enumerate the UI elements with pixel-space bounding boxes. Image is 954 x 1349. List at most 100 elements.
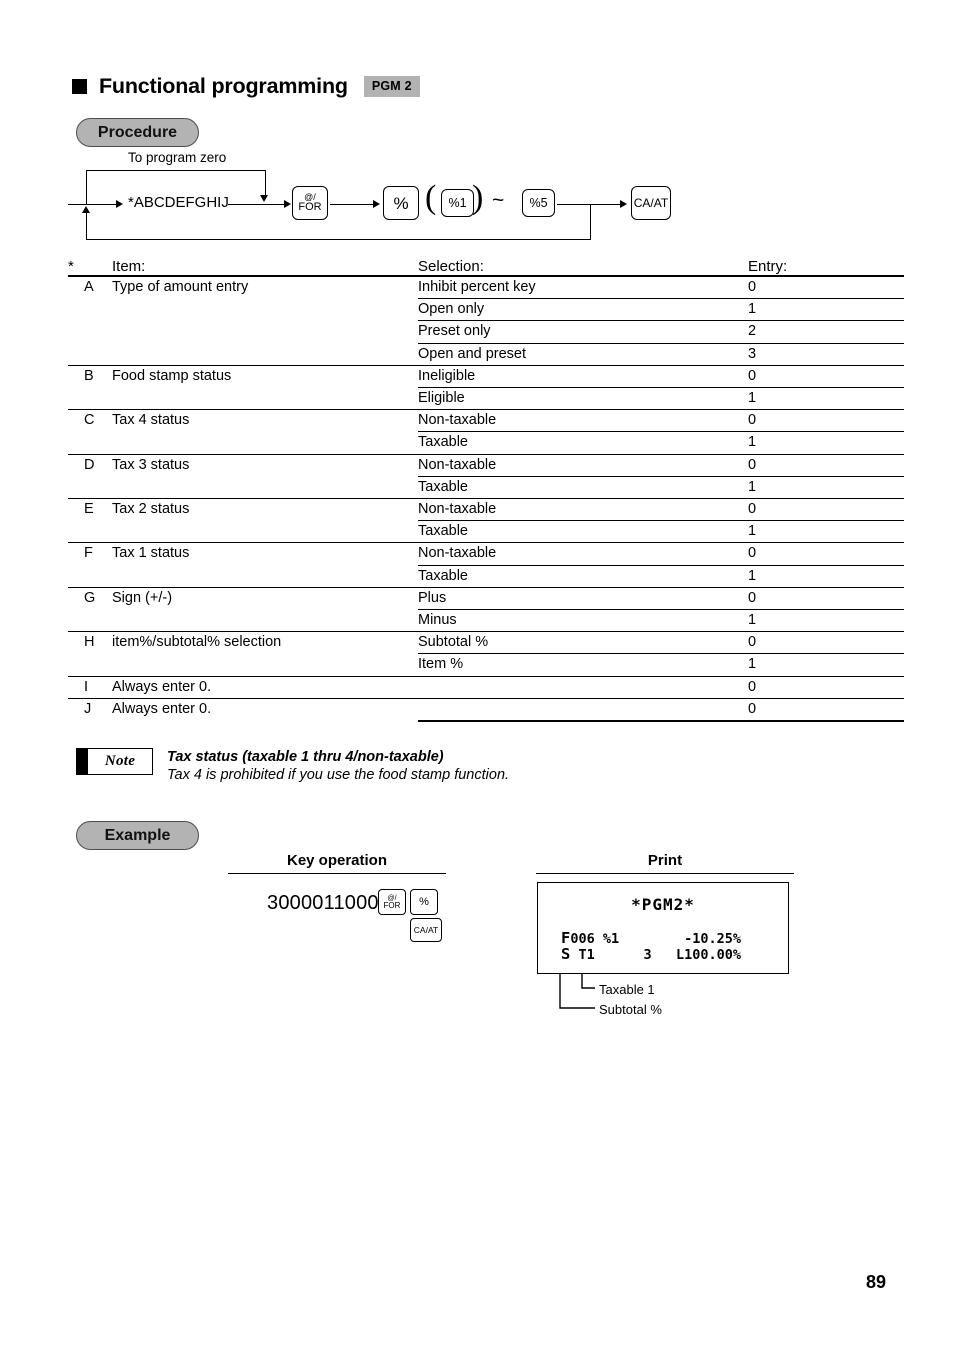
row-spacer	[68, 498, 84, 543]
row-code: F	[84, 542, 112, 588]
row-entry-value: 0	[748, 586, 904, 610]
column-header-entry: Entry:	[748, 258, 788, 275]
row-entry-value: 0	[748, 675, 904, 699]
row-code: A	[84, 274, 112, 366]
page-number: 89	[866, 1272, 887, 1292]
key-operation-sequence: 3000011000 @/ FOR % CA/AT	[228, 886, 448, 946]
callout-leader-lines	[559, 974, 595, 1009]
row-entry-value: 0	[748, 697, 904, 723]
flow-line	[266, 204, 286, 206]
row-entry-value: 1	[748, 431, 904, 455]
paren-close: )	[472, 179, 484, 216]
flow-line	[86, 239, 591, 241]
key-at-for[interactable]: @/ FOR	[292, 186, 328, 220]
table-row: E Tax 2 status Non-taxable 0	[68, 498, 904, 543]
row-selection: Open only	[418, 298, 748, 321]
note-tag-label: Note	[104, 753, 136, 769]
key-percent-5[interactable]: %5	[522, 189, 555, 217]
note-tag: Note	[76, 748, 153, 775]
row-entry-value: 1	[748, 564, 904, 588]
row-selection: Non-taxable	[418, 453, 748, 477]
row-selection: Taxable	[418, 520, 748, 543]
table-row: F Tax 1 status Non-taxable 0	[68, 542, 904, 588]
receipt-line-2-text: T1 3 L100.00%	[570, 947, 742, 963]
receipt-title: *PGM2*	[631, 895, 695, 914]
paren-open: (	[425, 179, 437, 216]
note-tag-bar	[77, 749, 88, 774]
row-selection: Minus	[418, 609, 748, 632]
flow-line	[228, 204, 266, 206]
key-percent[interactable]: %	[383, 186, 419, 220]
row-entry-value: 0	[748, 498, 904, 521]
row-code: D	[84, 453, 112, 499]
row-code: C	[84, 409, 112, 455]
table-header-row: * Item: Selection: Entry:	[68, 258, 904, 276]
callout-taxable-label: Taxable 1	[599, 982, 655, 997]
receipt-line-2-lead: S	[561, 945, 571, 963]
row-spacer	[68, 697, 84, 722]
square-bullet-icon	[72, 79, 87, 94]
table-row: A Type of amount entry Inhibit percent key…	[68, 274, 904, 366]
row-spacer	[68, 675, 84, 699]
row-entry-value: 1	[748, 298, 904, 321]
row-spacer	[68, 274, 84, 366]
flow-arrowhead	[260, 195, 268, 202]
note-text: Tax status (taxable 1 thru 4/non-taxable…	[167, 748, 509, 783]
row-item-label: Tax 4 status	[112, 409, 418, 455]
range-tilde: ~	[492, 189, 505, 212]
row-entry-value: 0	[748, 409, 904, 432]
page-title: Functional programming PGM 2	[72, 74, 420, 99]
row-selection: Non-taxable	[418, 542, 748, 566]
row-item-label: Tax 3 status	[112, 453, 418, 499]
row-selection: Eligible	[418, 387, 748, 410]
key-cash-total[interactable]: CA/AT	[410, 918, 442, 942]
row-item-label: Always enter 0.	[112, 697, 418, 722]
row-selection: Taxable	[418, 564, 748, 588]
row-item-label: Sign (+/-)	[112, 586, 418, 632]
table-row: I Always enter 0. 0	[68, 675, 904, 699]
spec-table-body: A Type of amount entry Inhibit percent key…	[68, 274, 904, 723]
row-spacer	[68, 409, 84, 455]
flow-line	[330, 204, 374, 206]
print-column: Print	[536, 852, 794, 874]
row-code: I	[84, 675, 112, 699]
column-header-code	[84, 258, 112, 276]
row-entry-value: 0	[748, 275, 904, 299]
section-title-text: Functional programming	[99, 74, 348, 98]
column-header-selection: Selection:	[418, 258, 484, 275]
row-selection: Taxable	[418, 431, 748, 455]
row-entry-value: 0	[748, 542, 904, 566]
example-section-label: Example	[76, 821, 199, 850]
flow-line	[86, 170, 88, 204]
programming-spec-table: * Item: Selection: Entry: A Type of amoun…	[68, 258, 904, 723]
key-at-for-line2: FOR	[298, 201, 322, 213]
receipt-callouts: Taxable 1 Subtotal %	[537, 974, 797, 1020]
note-body: Tax 4 is prohibited if you use the food …	[167, 767, 510, 783]
row-spacer	[68, 364, 84, 410]
row-entry-value: 2	[748, 320, 904, 344]
row-entry-value: 0	[748, 631, 904, 654]
key-percent[interactable]: %	[410, 889, 438, 915]
key-at-for-line2: FOR	[383, 900, 401, 910]
row-selection	[418, 697, 748, 723]
key-cash-total[interactable]: CA/AT	[631, 186, 671, 220]
flow-arrowhead	[81, 206, 90, 213]
note-title: Tax status (taxable 1 thru 4/non-taxable…	[167, 749, 444, 765]
row-code: B	[84, 364, 112, 410]
key-percent-1[interactable]: %1	[441, 189, 474, 217]
row-selection: Non-taxable	[418, 498, 748, 521]
row-entry-value: 1	[748, 475, 904, 499]
table-row: C Tax 4 status Non-taxable 0	[68, 409, 904, 455]
table-row: B Food stamp status Ineligible 0	[68, 364, 904, 410]
row-selection: Plus	[418, 586, 748, 610]
row-entry-value: 0	[748, 453, 904, 477]
key-at-for[interactable]: @/ FOR	[378, 889, 406, 915]
row-item-label: Tax 2 status	[112, 498, 418, 543]
row-spacer	[68, 586, 84, 632]
row-item-label: Food stamp status	[112, 364, 418, 410]
mode-badge: PGM 2	[363, 76, 420, 97]
row-code: G	[84, 586, 112, 632]
to-program-zero-label: To program zero	[128, 150, 227, 165]
spec-table-head: * Item: Selection: Entry:	[68, 258, 904, 276]
key-operation-column: Key operation	[228, 852, 446, 874]
